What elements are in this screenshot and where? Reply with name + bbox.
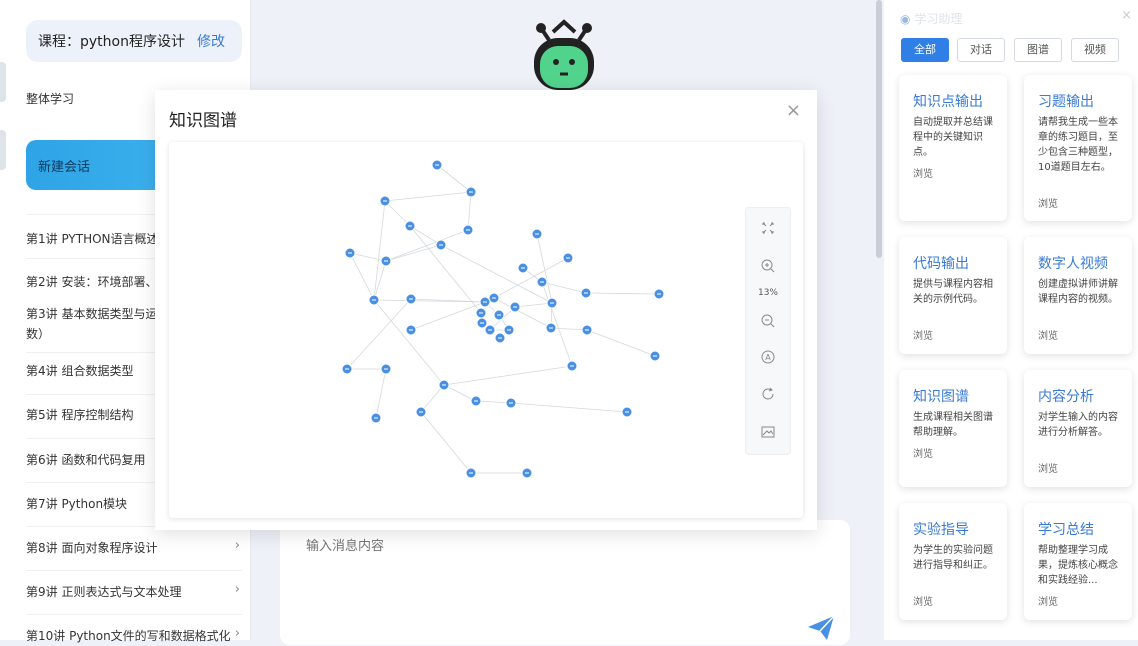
card-title: 实验指导 bbox=[913, 522, 969, 538]
card-title: 知识点输出 bbox=[913, 94, 983, 110]
graph-edge bbox=[385, 244, 442, 262]
card-title: 习题输出 bbox=[1038, 94, 1094, 110]
lesson-item[interactable]: 第10讲 Python文件的写和数据格式化 › bbox=[26, 614, 242, 643]
course-edit-link[interactable]: 修改 bbox=[197, 31, 225, 51]
browse-link[interactable]: 浏览 bbox=[1038, 195, 1058, 210]
zoom-in-icon[interactable] bbox=[746, 258, 790, 274]
modal-title: 知识图谱 bbox=[169, 111, 237, 131]
zoom-out-icon[interactable] bbox=[746, 313, 790, 329]
panel-title: ◉ 学习助理 bbox=[900, 10, 962, 27]
graph-edge bbox=[443, 365, 573, 386]
tool-card-content-analysis[interactable]: 内容分析 对学生输入的内容进行分析解答。 浏览 bbox=[1024, 370, 1132, 487]
card-desc: 请帮我生成一些本章的练习题目，至少包含三种题型，10道题目左右。 bbox=[1038, 117, 1118, 173]
chevron-right-icon: › bbox=[234, 626, 240, 641]
graph-edge bbox=[349, 252, 387, 262]
learning-assistant-panel: ◉ 学习助理 × 全部 对话 图谱 视频 知识点输出 自动提取并总结课程中的关键… bbox=[884, 0, 1138, 640]
tool-card-digital-human[interactable]: 数字人视频 创建虚拟讲师讲解课程内容的视频。 浏览 bbox=[1024, 237, 1132, 354]
card-desc: 创建虚拟讲师讲解课程内容的视频。 bbox=[1038, 279, 1118, 305]
card-title: 内容分析 bbox=[1038, 389, 1094, 405]
sidebar-edge-tab[interactable] bbox=[0, 62, 6, 102]
graph-edge bbox=[514, 302, 553, 308]
tool-card-summary[interactable]: 学习总结 帮助整理学习成果，提炼核心概念和实践经验... 浏览 bbox=[1024, 503, 1132, 620]
knowledge-graph[interactable] bbox=[169, 142, 803, 518]
graph-edge bbox=[409, 225, 482, 314]
graph-edge bbox=[467, 191, 472, 231]
tool-card-knowledge-points[interactable]: 知识点输出 自动提取并总结课程中的关键知识点。 浏览 bbox=[899, 75, 1007, 221]
panel-title-text: 学习助理 bbox=[914, 12, 963, 26]
chat-input-container bbox=[280, 520, 850, 645]
graph-edge bbox=[436, 164, 472, 193]
chat-message-input[interactable] bbox=[304, 538, 808, 555]
send-icon[interactable] bbox=[807, 615, 835, 641]
filter-graph[interactable]: 图谱 bbox=[1014, 38, 1062, 62]
card-desc: 提供与课程内容相关的示例代码。 bbox=[913, 279, 993, 305]
card-title: 数字人视频 bbox=[1038, 256, 1108, 272]
filter-video[interactable]: 视频 bbox=[1071, 38, 1119, 62]
download-image-icon[interactable] bbox=[746, 424, 790, 440]
card-title: 代码输出 bbox=[913, 256, 969, 272]
scrollbar[interactable] bbox=[876, 0, 882, 258]
card-desc: 生成课程相关图谱帮助理解。 bbox=[913, 412, 993, 438]
browse-link[interactable]: 浏览 bbox=[1038, 327, 1058, 342]
filter-all[interactable]: 全部 bbox=[901, 38, 949, 62]
close-icon[interactable]: × bbox=[786, 100, 801, 121]
tool-card-knowledge-graph[interactable]: 知识图谱 生成课程相关图谱帮助理解。 浏览 bbox=[899, 370, 1007, 487]
graph-edge bbox=[541, 281, 573, 367]
lesson-item[interactable]: 第8讲 面向对象程序设计 › bbox=[26, 526, 242, 571]
new-chat-label: 新建会话 bbox=[38, 159, 91, 175]
graph-edge bbox=[346, 298, 412, 370]
tool-card-code[interactable]: 代码输出 提供与课程内容相关的示例代码。 浏览 bbox=[899, 237, 1007, 354]
robot-avatar-icon bbox=[534, 19, 594, 90]
browse-link[interactable]: 浏览 bbox=[913, 165, 933, 180]
overall-study-item[interactable]: 整体学习 bbox=[26, 90, 74, 107]
graph-edge bbox=[349, 252, 375, 301]
graph-edge bbox=[385, 229, 469, 262]
browse-link[interactable]: 浏览 bbox=[1038, 460, 1058, 475]
fullscreen-icon[interactable] bbox=[746, 220, 790, 236]
graph-edge bbox=[536, 233, 553, 304]
svg-text:A: A bbox=[765, 353, 771, 362]
browse-link[interactable]: 浏览 bbox=[913, 593, 933, 608]
card-desc: 自动提取并总结课程中的关键知识点。 bbox=[913, 117, 993, 158]
lesson-label: 第8讲 面向对象程序设计 bbox=[26, 541, 158, 555]
course-label: 课程：python程序设计 bbox=[38, 34, 185, 50]
course-selector: 课程：python程序设计 修改 bbox=[26, 20, 242, 62]
auto-layout-icon[interactable]: A bbox=[746, 349, 790, 365]
tool-card-lab-guidance[interactable]: 实验指导 为学生的实验问题进行指导和纠正。 浏览 bbox=[899, 503, 1007, 620]
graph-canvas[interactable]: 13% A bbox=[169, 142, 803, 518]
graph-edge bbox=[510, 402, 628, 413]
filter-chat[interactable]: 对话 bbox=[957, 38, 1005, 62]
close-icon[interactable]: × bbox=[1121, 8, 1132, 23]
browse-link[interactable]: 浏览 bbox=[913, 445, 933, 460]
knowledge-graph-modal: 知识图谱 × 13% A bbox=[155, 90, 817, 530]
chevron-right-icon: › bbox=[234, 538, 240, 553]
lesson-label: 第9讲 正则表达式与文本处理 bbox=[26, 585, 182, 599]
card-desc: 对学生输入的内容进行分析解答。 bbox=[1038, 412, 1118, 438]
browse-link[interactable]: 浏览 bbox=[1038, 593, 1058, 608]
refresh-icon[interactable] bbox=[746, 386, 790, 402]
graph-edge bbox=[586, 329, 656, 357]
card-desc: 为学生的实验问题进行指导和纠正。 bbox=[913, 545, 993, 571]
zoom-level: 13% bbox=[757, 288, 778, 298]
location-pin-icon: ◉ bbox=[900, 12, 911, 26]
graph-edge bbox=[375, 368, 387, 419]
chevron-right-icon: › bbox=[234, 582, 240, 597]
graph-edge bbox=[410, 301, 486, 331]
graph-edge bbox=[420, 411, 472, 474]
tool-card-exercises[interactable]: 习题输出 请帮我生成一些本章的练习题目，至少包含三种题型，10道题目左右。 浏览 bbox=[1024, 75, 1132, 221]
browse-link[interactable]: 浏览 bbox=[913, 327, 933, 342]
card-title: 学习总结 bbox=[1038, 522, 1094, 538]
card-desc: 帮助整理学习成果，提炼核心概念和实践经验... bbox=[1038, 545, 1118, 586]
sidebar-edge-tab[interactable] bbox=[0, 130, 6, 170]
graph-toolbar: 13% A bbox=[745, 207, 791, 455]
graph-edge bbox=[373, 200, 386, 301]
lesson-label: 第10讲 Python文件的写和数据格式化 bbox=[26, 629, 231, 643]
graph-edge bbox=[384, 191, 472, 202]
lesson-item[interactable]: 第9讲 正则表达式与文本处理 › bbox=[26, 570, 242, 615]
card-title: 知识图谱 bbox=[913, 389, 969, 405]
graph-edge bbox=[585, 292, 660, 295]
